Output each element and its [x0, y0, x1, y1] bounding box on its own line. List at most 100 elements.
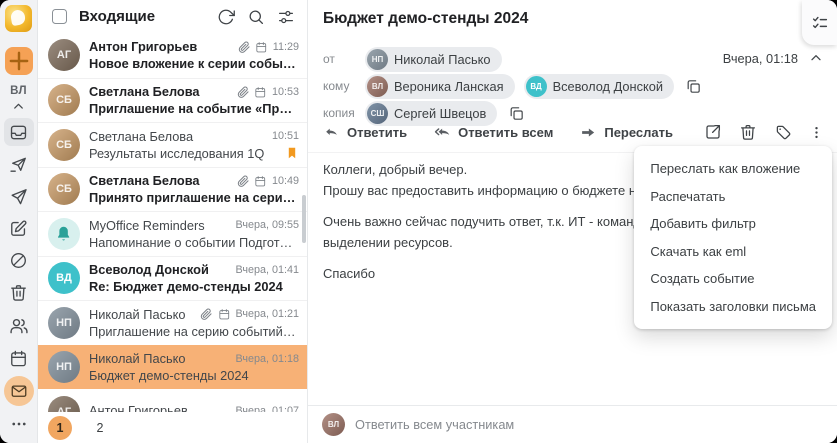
email-sender: Николай Пасько [89, 306, 186, 322]
email-subject: Принято приглашение на серию событий «… [89, 190, 299, 206]
filter-icon[interactable] [277, 8, 295, 26]
attachment-icon [238, 41, 251, 54]
forward-icon [580, 124, 597, 141]
sidebar-item-mail[interactable] [3, 376, 34, 406]
email-list-item[interactable]: СБ Светлана Белова 10:49 Принято приглашени… [38, 166, 307, 212]
email-summary: Светлана Белова 10:51 Результаты исследова… [89, 129, 299, 161]
calendar-icon [9, 349, 28, 368]
email-summary: Николай Пасько Вчера, 01:18 Бюджет демо-ст… [89, 351, 299, 383]
sidebar-item-spam[interactable] [4, 246, 34, 274]
context-menu-item[interactable]: Создать событие [634, 265, 832, 293]
recipient-name: Всеволод Донской [552, 78, 663, 94]
pagination-page[interactable]: 1 [48, 415, 72, 440]
email-sender: Антон Григорьев [89, 39, 198, 55]
collapse-accounts-icon[interactable] [4, 99, 34, 114]
context-menu-item[interactable]: Распечатать [634, 183, 832, 211]
email-sender: Светлана Белова [89, 84, 200, 100]
context-menu-item[interactable]: Переслать как вложение [634, 155, 832, 183]
recipient-name: Николай Пасько [394, 51, 491, 67]
quick-reply-bar[interactable]: ВЛ Ответить всем участникам [308, 405, 837, 443]
reply-all-icon [434, 124, 451, 141]
compose-add-button[interactable] [4, 47, 33, 75]
context-menu: Переслать как вложение Распечатать Добавит… [634, 146, 832, 329]
event-icon [218, 308, 231, 321]
message-tool-icons [704, 123, 824, 141]
email-subject: Напоминание о событии Подготовить отчет… [89, 234, 299, 250]
email-subject: Приглашение на серию событий «Демо стен… [89, 323, 299, 339]
email-list-item[interactable]: АГ Антон Григорьев 11:29 Новое вложение к с… [38, 33, 307, 78]
sidebar-item-sent[interactable] [4, 182, 34, 210]
sidebar-item-inbox[interactable] [3, 118, 34, 146]
message-subject: Бюджет демо-стенды 2024 [323, 10, 529, 27]
refresh-icon[interactable] [217, 8, 235, 26]
paper-plane-icon [9, 187, 28, 206]
search-icon[interactable] [247, 8, 265, 26]
context-menu-item[interactable]: Показать заголовки письма [634, 293, 832, 321]
reply-icon [323, 124, 340, 141]
sidebar-item-outbox[interactable] [4, 150, 34, 178]
email-subject: Re: Бюджет демо-стенды 2024 [89, 279, 283, 295]
avatar: АГ [48, 39, 80, 72]
event-icon [254, 86, 267, 99]
more-actions-icon[interactable] [809, 124, 824, 141]
bookmark-flag-icon [285, 146, 299, 160]
email-list-item[interactable]: ВД Всеволод Донской Вчера, 01:41 Re: Бюджет… [38, 255, 307, 301]
attachment-icon [237, 175, 250, 188]
email-summary: Антон Григорьев 11:29 Новое вложение к сер… [89, 39, 299, 71]
email-summary: Светлана Белова 10:53 Приглашение на событ… [89, 84, 299, 116]
compose-icon [9, 219, 28, 238]
collapse-header-icon[interactable] [808, 50, 824, 66]
context-menu-item[interactable]: Добавить фильтр [634, 210, 832, 238]
sidebar-item-contacts[interactable] [4, 312, 34, 340]
email-sender: Всеволод Донской [89, 262, 209, 278]
recipient-row: кому ВЛ Вероника Ланская ВД Всеволод Донской [323, 73, 702, 99]
app-window: ВЛ Входящие АГ Антон Григорьев 11:29 Новое … [0, 0, 837, 443]
email-list-item[interactable]: MyOffice Reminders Вчера, 09:55 Напоминани… [38, 211, 307, 256]
sidebar-item-trash[interactable] [4, 278, 34, 306]
recipient-row: от НП Николай Пасько [323, 46, 702, 72]
sidebar-more-button[interactable] [4, 410, 34, 438]
pagination-page[interactable]: 2 [88, 416, 112, 440]
message-pane: Бюджет демо-стенды 2024 от НП Николай Пась… [308, 0, 837, 443]
email-list-item[interactable]: СБ Светлана Белова 10:51 Результаты исследо… [38, 122, 307, 167]
event-icon [254, 175, 267, 188]
avatar: НП [48, 351, 80, 384]
tasks-panel-tab[interactable] [802, 0, 837, 45]
recipient-chip[interactable]: ВД Всеволод Донской [523, 73, 674, 99]
recipient-chip[interactable]: ВЛ Вероника Ланская [365, 73, 515, 99]
email-time: Вчера, 01:21 [235, 308, 299, 321]
ellipsis-icon [10, 415, 28, 433]
reply-all-button[interactable]: Ответить всем [434, 124, 553, 141]
tag-icon[interactable] [774, 123, 792, 141]
list-scrollbar[interactable] [302, 195, 306, 243]
email-time: 11:29 [272, 40, 299, 53]
app-logo-icon[interactable] [5, 5, 32, 32]
email-time: 10:53 [271, 85, 299, 98]
select-all-checkbox[interactable] [52, 9, 67, 24]
reply-button[interactable]: Ответить [323, 124, 407, 141]
email-subject: Приглашение на событие «Предварительно… [89, 101, 299, 117]
copy-icon[interactable] [685, 78, 702, 95]
email-list-item[interactable]: НП Николай Пасько Вчера, 01:18 Бюджет демо-… [38, 344, 307, 389]
context-menu-item[interactable]: Скачать как eml [634, 238, 832, 266]
avatar: СБ [48, 173, 80, 206]
delete-message-icon[interactable] [739, 123, 757, 141]
open-in-new-icon[interactable] [704, 123, 722, 141]
email-summary: Николай Пасько Вчера, 01:21 Приглашение на… [89, 307, 299, 339]
sidebar-item-calendar[interactable] [4, 344, 34, 372]
forward-button[interactable]: Переслать [580, 124, 673, 141]
email-time: Вчера, 01:18 [235, 352, 299, 365]
sidebar-item-drafts[interactable] [4, 214, 34, 242]
recipient-chip[interactable]: НП Николай Пасько [365, 46, 502, 72]
email-list-item[interactable]: СБ Светлана Белова 10:53 Приглашение на соб… [38, 77, 307, 123]
email-subject: Бюджет демо-стенды 2024 [89, 368, 249, 384]
pagination: 12 [38, 412, 306, 443]
email-list-item[interactable]: НП Николай Пасько Вчера, 01:21 Приглашение … [38, 300, 307, 345]
account-initials[interactable]: ВЛ [10, 85, 27, 97]
email-time: Вчера, 01:41 [235, 263, 299, 276]
avatar: НП [48, 306, 80, 339]
avatar: ВД [525, 75, 547, 97]
email-time: Вчера, 09:55 [235, 219, 299, 232]
event-icon [255, 41, 268, 54]
avatar: ВЛ [367, 75, 388, 97]
